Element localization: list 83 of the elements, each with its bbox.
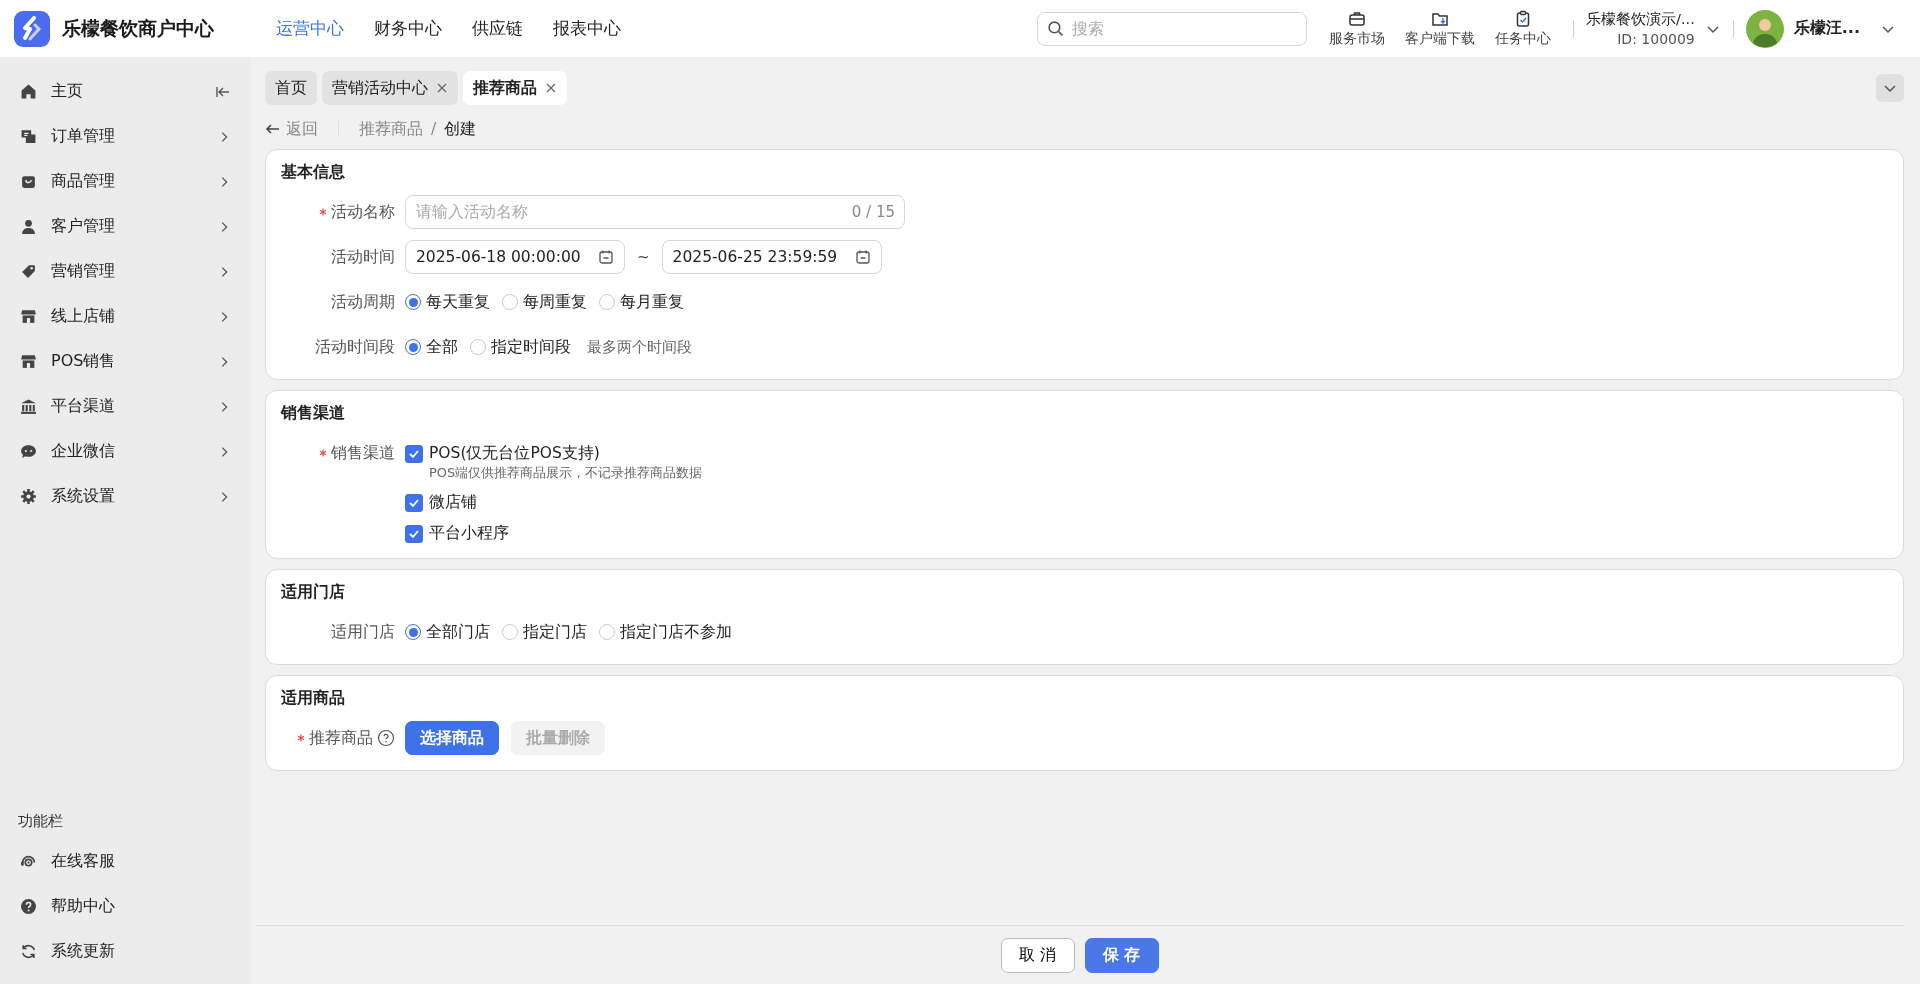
sidebar-item[interactable]: 线上店铺 [0,294,251,339]
nav-tab[interactable]: 财务中心 [374,17,442,40]
refresh-icon [20,943,37,960]
field-label: 活动名称 [331,202,395,223]
account-id: ID: 100009 [1617,29,1695,49]
radio-option[interactable]: 每月重复 [599,291,684,313]
select-button[interactable]: 选择商品 [405,721,499,755]
field-label: 活动时间 [331,247,395,268]
radio-option[interactable]: 指定门店不参加 [599,621,732,643]
user-name[interactable]: 乐檬汪... [1793,18,1860,39]
section-title: 基本信息 [281,162,346,183]
nav-tab[interactable]: 运营中心 [276,17,344,40]
calendar-icon [598,249,614,265]
radio-option[interactable]: 指定门店 [502,621,587,643]
section-title: 功能栏 [17,812,64,831]
close-icon[interactable] [545,82,557,94]
sidebar-item[interactable]: 帮助中心 [0,884,251,929]
page-tab[interactable]: 首页 [265,71,317,105]
toolbar-button[interactable]: 服务市场 [1319,9,1396,48]
field-label: 适用门店 [331,622,395,643]
save-button[interactable]: 保存 [1084,937,1159,973]
sidebar-item[interactable]: 在线客服 [0,839,251,884]
shop-icon [20,308,37,325]
checkbox-option[interactable]: POS(仅无台位POS支持) [405,443,703,464]
hint-text: 最多两个时间段 [587,337,692,357]
radio-option[interactable]: 全部门店 [405,621,490,643]
calendar-icon [854,249,871,265]
date-field[interactable]: 2025-06-18 00:00:00 [405,240,625,274]
page-tab[interactable]: 推荐商品 [463,71,567,105]
cancel-button[interactable]: 取消 [1000,937,1075,973]
date-field[interactable]: 2025-06-25 23:59:59 [661,240,882,274]
section-title: 适用门店 [281,582,346,603]
range-separator: ~ [637,248,650,266]
sidebar-item[interactable]: POS销售 [0,339,251,384]
nav-tab[interactable]: 供应链 [472,17,523,40]
page-tab[interactable]: 营销活动中心 [322,71,458,105]
sidebar-item[interactable]: 客户管理 [0,204,251,249]
sidebar-item[interactable]: 系统设置 [0,474,251,519]
breadcrumb-item: 创建 [444,118,477,140]
toolbar-button[interactable]: 任务中心 [1485,9,1562,48]
settings-icon [20,488,37,505]
bank-icon [20,398,37,415]
search-field[interactable]: 搜索 [1037,11,1308,46]
field-label: 活动周期 [331,292,395,313]
field-label: 销售渠道 [331,443,395,464]
tabs-menu-button[interactable] [1876,74,1904,102]
note-text: POS端仅供推荐商品展示，不记录推荐商品数据 [429,464,703,482]
field-label: 推荐商品 [309,728,373,749]
field-label: 活动时间段 [315,337,395,358]
checkbox-option[interactable]: 平台小程序 [405,523,703,544]
radio-option[interactable]: 每天重复 [405,291,490,313]
checkbox-option[interactable]: 微店铺 [405,492,703,513]
person-icon [20,218,37,235]
briefcase-icon [1348,9,1367,28]
help-icon[interactable] [377,729,395,747]
home-icon [20,83,37,100]
logo-icon [14,10,50,47]
breadcrumb-separator: / [431,120,437,138]
sidebar-item[interactable]: 系统更新 [0,929,251,974]
headset-icon [20,853,37,870]
sidebar-item[interactable]: 营销管理 [0,249,251,294]
sidebar-item[interactable]: 主页 [0,69,251,114]
character-counter: 0 / 15 [851,203,895,221]
chat-bubble-icon [20,443,37,460]
sidebar-item[interactable]: 商品管理 [0,159,251,204]
shop-icon [20,353,37,370]
toolbar-button[interactable]: 客户端下载 [1395,9,1486,48]
sidebar-item[interactable]: 订单管理 [0,114,251,159]
account-name[interactable]: 乐檬餐饮演示/... [1586,8,1695,29]
section-title: 适用商品 [281,688,346,709]
sidebar-item[interactable]: 企业微信 [0,429,251,474]
radio-option[interactable]: 指定时间段 [470,336,571,358]
help-icon [20,898,37,915]
bag-icon [20,173,37,190]
tag-icon [20,263,37,280]
radio-option[interactable]: 全部 [405,336,458,358]
section-title: 销售渠道 [281,403,346,424]
app-title: 乐檬餐饮商户中心 [62,15,214,41]
close-icon[interactable] [436,82,448,94]
nav-tab[interactable]: 报表中心 [553,17,621,40]
avatar-icon[interactable] [1745,9,1784,48]
sidebar-item[interactable]: 平台渠道 [0,384,251,429]
radio-option[interactable]: 每周重复 [502,291,587,313]
